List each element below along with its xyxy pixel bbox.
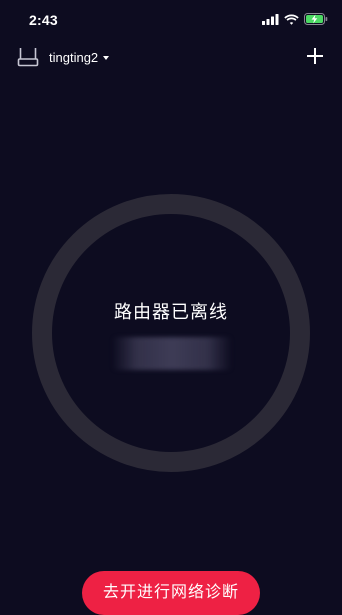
router-selector[interactable]: tingting2 <box>49 50 110 65</box>
status-icons <box>262 13 328 25</box>
status-ring <box>32 194 310 472</box>
cellular-signal-icon <box>262 13 279 25</box>
wifi-icon <box>284 14 299 25</box>
network-diagnosis-button[interactable]: 去开进行网络诊断 <box>82 571 260 615</box>
router-status-text: 路由器已离线 <box>114 302 228 322</box>
router-icon[interactable] <box>17 46 39 68</box>
caret-down-icon <box>103 56 110 60</box>
blurred-detail <box>113 337 231 370</box>
header: tingting2 <box>0 40 342 76</box>
status-bar: 2:43 <box>0 0 342 40</box>
router-name: tingting2 <box>49 50 99 65</box>
status-time: 2:43 <box>29 12 58 28</box>
battery-charging-icon <box>304 13 328 25</box>
add-button[interactable] <box>306 47 324 65</box>
